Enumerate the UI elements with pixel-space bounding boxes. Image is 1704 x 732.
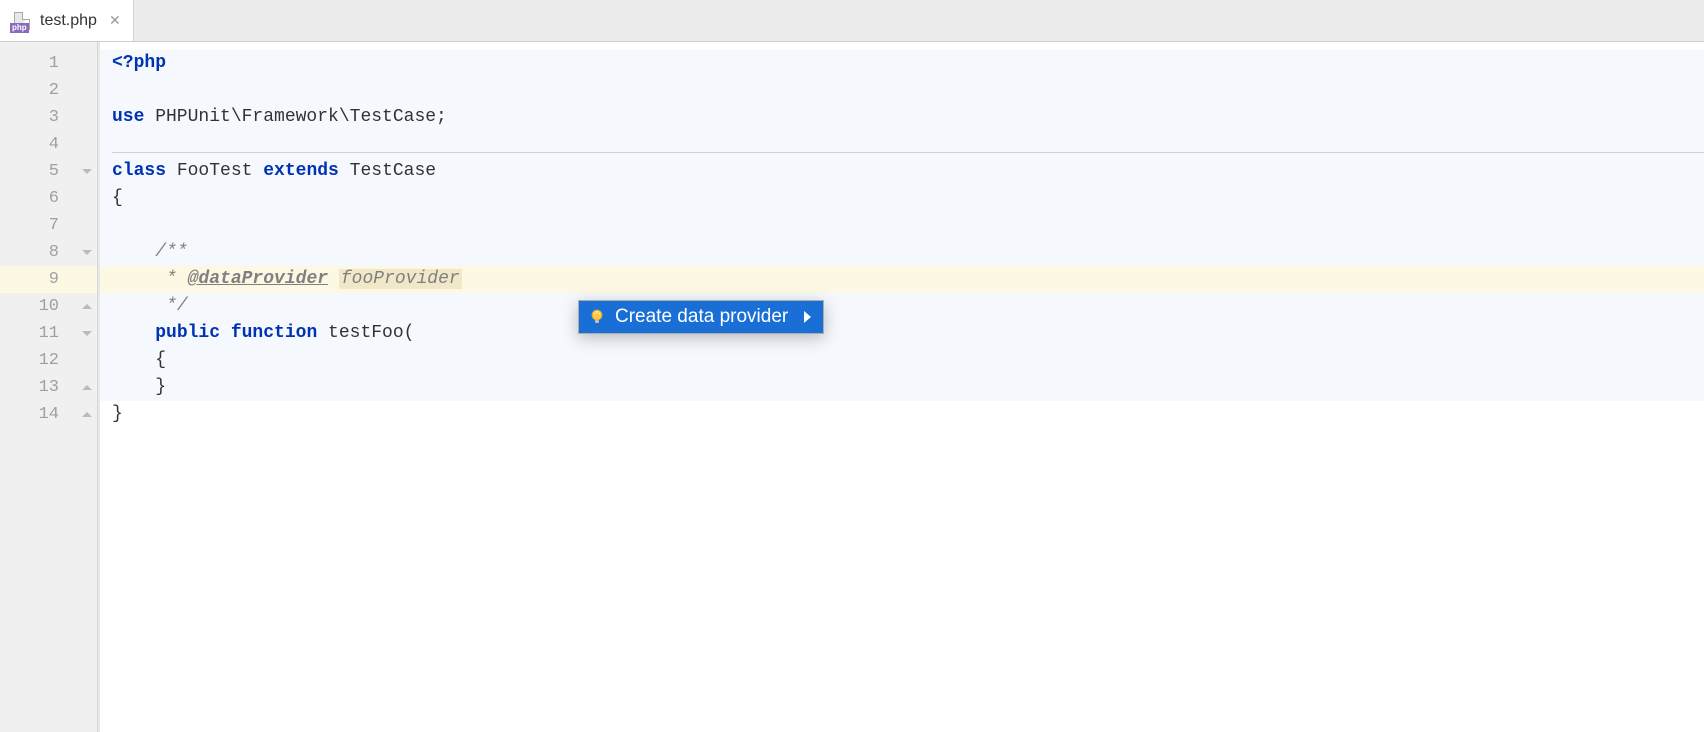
line-number: 7 bbox=[0, 212, 97, 239]
file-tab[interactable]: php test.php ✕ bbox=[0, 0, 134, 41]
code-line: */ bbox=[100, 293, 1704, 320]
code-line bbox=[100, 77, 1704, 104]
fold-icon[interactable] bbox=[81, 382, 93, 394]
fold-icon[interactable] bbox=[81, 166, 93, 178]
tab-label: test.php bbox=[40, 12, 97, 30]
line-number: 11 bbox=[0, 320, 97, 347]
code-editor[interactable]: 1 2 3 4 5 6 7 8 9 10 11 12 13 14 <?php u… bbox=[0, 42, 1704, 732]
code-line: <?php bbox=[100, 50, 1704, 77]
code-line-highlighted: * @dataProvider fooProvider bbox=[100, 266, 1704, 293]
fold-icon[interactable] bbox=[81, 301, 93, 313]
code-line: public function testFoo( bbox=[100, 320, 1704, 347]
line-number: 8 bbox=[0, 239, 97, 266]
fold-icon[interactable] bbox=[81, 328, 93, 340]
code-line bbox=[100, 212, 1704, 239]
tab-bar: php test.php ✕ bbox=[0, 0, 1704, 42]
line-number: 9 bbox=[0, 266, 97, 293]
intention-action-create-data-provider[interactable]: Create data provider bbox=[579, 301, 823, 333]
line-number: 13 bbox=[0, 374, 97, 401]
line-number: 14 bbox=[0, 401, 97, 428]
line-number: 6 bbox=[0, 185, 97, 212]
code-area[interactable]: <?php use PHPUnit\Framework\TestCase; cl… bbox=[98, 42, 1704, 732]
intention-popup: Create data provider bbox=[578, 300, 824, 334]
code-line: } bbox=[100, 401, 1704, 428]
lightbulb-icon bbox=[587, 307, 607, 327]
line-number: 1 bbox=[0, 50, 97, 77]
line-number: 3 bbox=[0, 104, 97, 131]
fold-icon[interactable] bbox=[81, 409, 93, 421]
chevron-right-icon bbox=[804, 311, 811, 323]
line-number: 12 bbox=[0, 347, 97, 374]
line-number: 4 bbox=[0, 131, 97, 158]
editor-window: php test.php ✕ 1 2 3 4 5 6 7 8 9 10 11 1… bbox=[0, 0, 1704, 732]
code-line: } bbox=[100, 374, 1704, 401]
line-number: 5 bbox=[0, 158, 97, 185]
code-line: { bbox=[100, 185, 1704, 212]
line-number: 10 bbox=[0, 293, 97, 320]
code-line bbox=[100, 131, 1704, 158]
fold-icon[interactable] bbox=[81, 247, 93, 259]
line-number: 2 bbox=[0, 77, 97, 104]
code-line: { bbox=[100, 347, 1704, 374]
php-file-icon: php bbox=[12, 11, 32, 31]
code-line: /** bbox=[100, 239, 1704, 266]
close-icon[interactable]: ✕ bbox=[109, 12, 121, 29]
section-divider bbox=[112, 152, 1704, 153]
intention-label: Create data provider bbox=[615, 306, 788, 328]
line-gutter: 1 2 3 4 5 6 7 8 9 10 11 12 13 14 bbox=[0, 42, 98, 732]
code-line: class FooTest extends TestCase bbox=[100, 158, 1704, 185]
code-line: use PHPUnit\Framework\TestCase; bbox=[100, 104, 1704, 131]
